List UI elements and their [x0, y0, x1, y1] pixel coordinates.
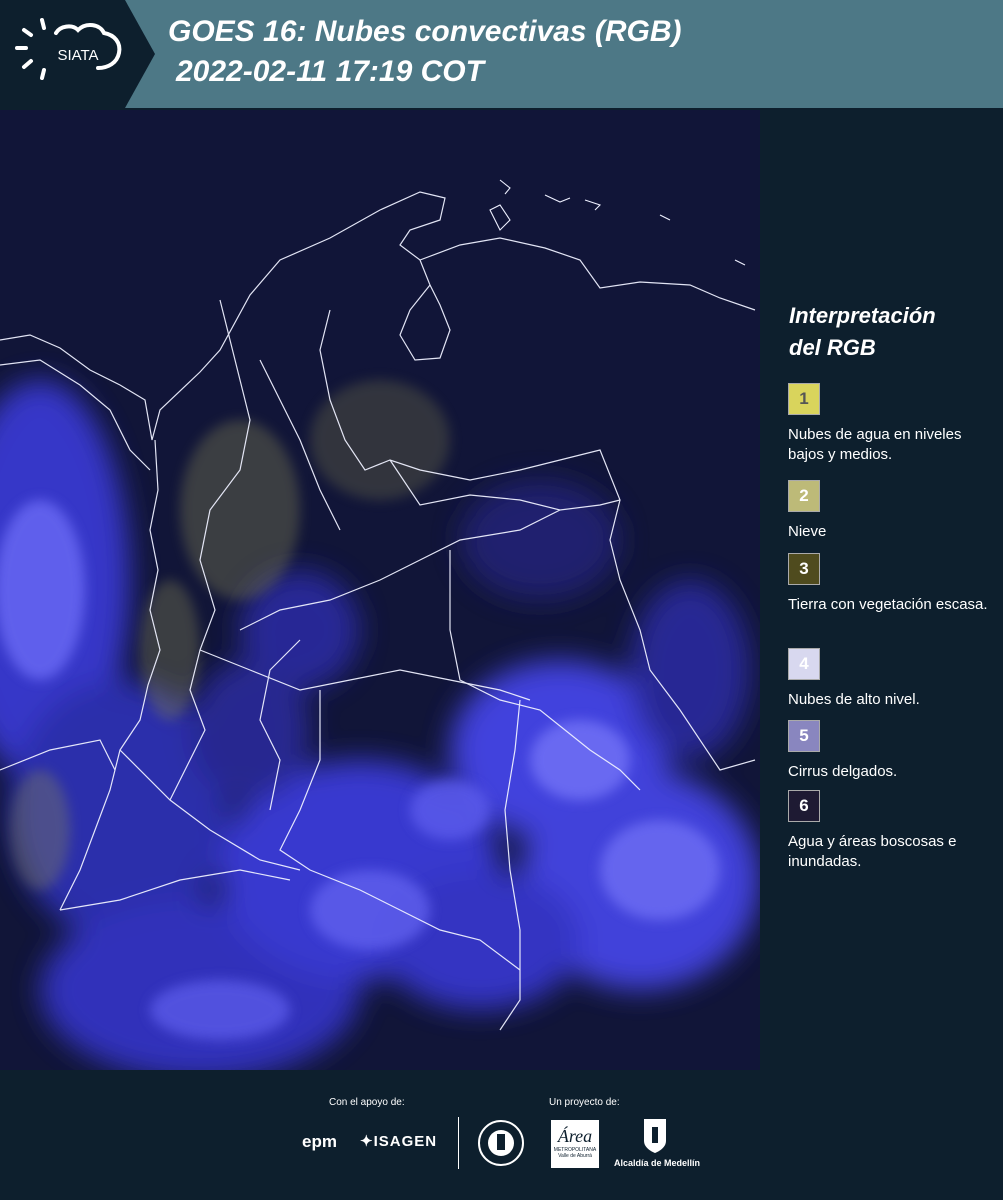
legend-title-line2: del RGB — [789, 335, 876, 360]
page-timestamp: 2022-02-11 17:19 COT — [176, 55, 484, 88]
legend-label: Cirrus delgados. — [788, 763, 898, 780]
area-metropolitana-logo: Área METROPOLITANA Valle de Aburrá — [551, 1120, 599, 1168]
footer: Con el apoyo de: Un proyecto de: epm ✦IS… — [0, 1070, 1003, 1200]
legend-number: 5 — [799, 726, 809, 745]
legend-number: 2 — [799, 486, 809, 505]
legend-label: Tierra con vegetación escasa. — [788, 596, 988, 613]
area-logo-text: Área — [557, 1126, 593, 1146]
legend-swatch: 4 — [788, 648, 820, 680]
support-label: Con el apoyo de: — [329, 1097, 405, 1108]
legend-number: 3 — [799, 559, 809, 578]
legend-item: 3 Tierra con vegetación escasa. — [788, 553, 998, 615]
legend-panel: Interpretación del RGB 1 Nubes de agua e… — [760, 110, 1003, 1070]
area-logo-sub2: Valle de Aburrá — [558, 1153, 592, 1159]
legend-label: Nubes de alto nivel. — [788, 691, 920, 708]
legend-title: Interpretación del RGB — [789, 300, 936, 364]
project-label: Un proyecto de: — [549, 1097, 620, 1108]
satellite-map — [0, 110, 760, 1070]
legend-label: Nieve — [788, 523, 827, 540]
legend-label: Nubes de agua en niveles bajos y medios. — [788, 426, 962, 463]
header-bar: SIATA GOES 16: Nubes convectivas (RGB) 2… — [0, 0, 1003, 108]
siata-logo-block: SIATA — [0, 0, 155, 108]
legend-number: 6 — [799, 796, 809, 815]
legend-label: Agua y áreas boscosas e inundadas. — [788, 833, 957, 870]
legend-swatch: 3 — [788, 553, 820, 585]
isagen-icon: ✦ — [360, 1133, 374, 1150]
legend-swatch: 1 — [788, 383, 820, 415]
legend-swatch: 2 — [788, 480, 820, 512]
legend-item: 4 Nubes de alto nivel. — [788, 648, 998, 710]
medellin-seal-icon — [478, 1120, 524, 1166]
legend-item: 5 Cirrus delgados. — [788, 720, 998, 782]
legend-item: 1 Nubes de agua en niveles bajos y medio… — [788, 383, 998, 465]
isagen-logo: ✦ISAGEN — [360, 1132, 437, 1150]
legend-number: 4 — [799, 654, 809, 673]
legend-number: 1 — [799, 389, 809, 408]
legend-swatch: 5 — [788, 720, 820, 752]
legend-item: 6 Agua y áreas boscosas e inundadas. — [788, 790, 998, 872]
alcaldia-text: Alcaldía de Medellín — [614, 1158, 701, 1168]
epm-logo: epm — [302, 1132, 337, 1151]
legend-swatch: 6 — [788, 790, 820, 822]
alcaldia-shield-icon — [644, 1119, 666, 1153]
page-title: GOES 16: Nubes convectivas (RGB) — [168, 15, 682, 48]
isagen-text: ISAGEN — [373, 1133, 438, 1150]
siata-logo-text: SIATA — [57, 47, 98, 64]
footer-divider — [458, 1117, 459, 1169]
legend-title-line1: Interpretación — [789, 303, 936, 328]
legend-item: 2 Nieve — [788, 480, 998, 542]
